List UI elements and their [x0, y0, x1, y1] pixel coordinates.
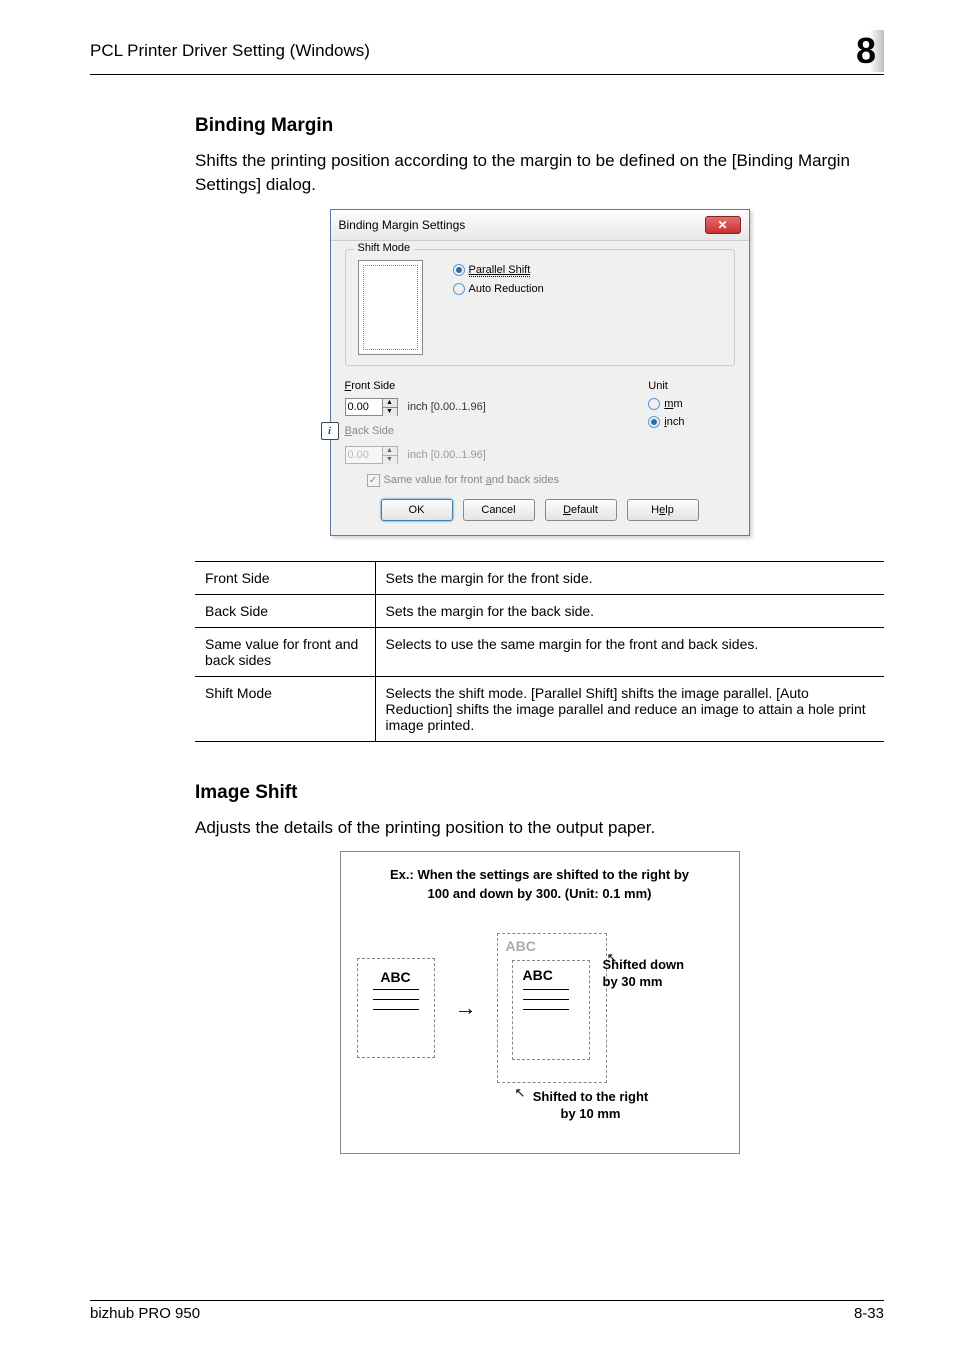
table-cell-name: Front Side	[195, 561, 375, 594]
image-shift-illustration: Ex.: When the settings are shifted to th…	[340, 851, 740, 1153]
spinner-up-icon[interactable]: ▲	[383, 399, 397, 408]
section-body-image-shift: Adjusts the details of the printing posi…	[195, 816, 884, 840]
table-cell-desc: Selects to use the same margin for the f…	[375, 627, 884, 676]
table-cell-name: Shift Mode	[195, 676, 375, 741]
table-row: Front Side Sets the margin for the front…	[195, 561, 884, 594]
back-side-spinner: ▲ ▼	[345, 446, 398, 464]
back-range-text: inch [0.00..1.96]	[408, 449, 486, 461]
radio-auto-label: Auto Reduction	[469, 283, 544, 295]
ok-button[interactable]: OK	[381, 499, 453, 521]
checkbox-checked-icon: ✓	[367, 474, 380, 487]
illustration-title: Ex.: When the settings are shifted to th…	[357, 866, 723, 902]
unit-mm-label: mm	[664, 398, 682, 410]
cancel-button[interactable]: Cancel	[463, 499, 535, 521]
section-heading-image-shift: Image Shift	[195, 782, 884, 804]
settings-description-table: Front Side Sets the margin for the front…	[195, 561, 884, 742]
info-icon: i	[321, 422, 339, 440]
page-after-inner: ABC	[512, 960, 590, 1060]
radio-selected-icon	[648, 416, 660, 428]
radio-parallel-label: Parallel Shift	[469, 264, 531, 277]
radio-unselected-icon	[648, 398, 660, 410]
back-side-input	[346, 447, 382, 463]
front-side-label: Front Side	[345, 380, 486, 392]
radio-unit-mm[interactable]: mm	[648, 398, 684, 410]
table-row: Same value for front and back sides Sele…	[195, 627, 884, 676]
shift-preview	[358, 260, 423, 355]
page-footer: bizhub PRO 950 8-33	[90, 1300, 884, 1322]
abc-text: ABC	[523, 967, 553, 983]
abc-text: ABC	[380, 969, 410, 985]
footer-product: bizhub PRO 950	[90, 1305, 200, 1322]
dialog-titlebar: Binding Margin Settings ✕	[331, 210, 749, 241]
arrow-right-icon: →	[455, 995, 477, 1021]
front-range-text: inch [0.00..1.96]	[408, 401, 486, 413]
spinner-down-icon[interactable]: ▼	[383, 408, 397, 416]
radio-parallel-shift[interactable]: Parallel Shift	[453, 264, 544, 277]
same-value-checkbox: ✓ Same value for front and back sides	[367, 474, 735, 487]
header-title: PCL Printer Driver Setting (Windows)	[90, 41, 370, 61]
footer-page-number: 8-33	[854, 1305, 884, 1322]
radio-auto-reduction[interactable]: Auto Reduction	[453, 283, 544, 295]
section-body-binding-margin: Shifts the printing position according t…	[195, 149, 884, 197]
radio-unselected-icon	[453, 283, 465, 295]
table-cell-desc: Sets the margin for the back side.	[375, 594, 884, 627]
radio-selected-icon	[453, 264, 465, 276]
front-side-spinner[interactable]: ▲ ▼	[345, 398, 398, 416]
binding-margin-dialog: Binding Margin Settings ✕ Shift Mode	[330, 209, 750, 536]
unit-inch-label: inch	[664, 416, 684, 428]
chapter-number: 8	[848, 30, 884, 72]
same-value-label: Same value for front and back sides	[384, 474, 560, 486]
table-row: Shift Mode Selects the shift mode. [Para…	[195, 676, 884, 741]
close-button[interactable]: ✕	[705, 216, 741, 234]
help-button[interactable]: Help	[627, 499, 699, 521]
section-heading-binding-margin: Binding Margin	[195, 115, 884, 137]
default-button[interactable]: Default	[545, 499, 617, 521]
table-cell-desc: Sets the margin for the front side.	[375, 561, 884, 594]
abc-ghost-text: ABC	[506, 938, 536, 954]
back-side-label: Back Side	[345, 425, 395, 437]
close-icon: ✕	[717, 218, 727, 232]
unit-label: Unit	[648, 380, 684, 392]
table-cell-name: Same value for front and back sides	[195, 627, 375, 676]
annotation-shifted-down: Shifted down by 30 mm	[603, 957, 723, 991]
front-side-input[interactable]	[346, 399, 382, 415]
page-after-outer: ABC ABC ↖	[497, 933, 607, 1083]
page-before: ABC	[357, 958, 435, 1058]
spinner-up-icon: ▲	[383, 447, 397, 456]
table-cell-desc: Selects the shift mode. [Parallel Shift]…	[375, 676, 884, 741]
table-row: Back Side Sets the margin for the back s…	[195, 594, 884, 627]
table-cell-name: Back Side	[195, 594, 375, 627]
radio-unit-inch[interactable]: inch	[648, 416, 684, 428]
spinner-down-icon: ▼	[383, 456, 397, 464]
dialog-title: Binding Margin Settings	[339, 218, 466, 232]
annotation-shifted-right: Shifted to the right by 10 mm	[501, 1089, 681, 1123]
shift-mode-fieldset: Shift Mode Parallel Shift	[345, 249, 735, 366]
shift-mode-legend: Shift Mode	[354, 242, 415, 254]
